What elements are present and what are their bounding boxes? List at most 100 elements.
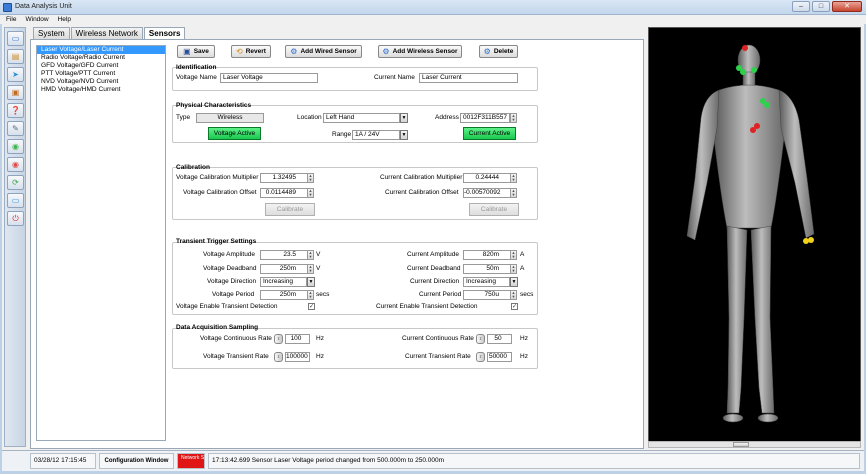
revert-button[interactable]: ⟲ Revert <box>231 45 271 58</box>
menu-window[interactable]: Window <box>25 15 48 24</box>
address-input[interactable]: 0012F311B557 <box>460 113 510 123</box>
chart-icon[interactable]: ▤ <box>7 49 24 64</box>
current-transient-rate-input[interactable]: 50000 <box>487 352 512 362</box>
menu-file[interactable]: File <box>6 15 16 24</box>
add-wireless-label: Add Wireless Sensor <box>392 48 458 55</box>
window-controls: – □ ✕ <box>790 1 862 12</box>
delete-button[interactable]: ⚙ Delete <box>479 45 518 58</box>
current-calibration-multiplier-input[interactable]: 0.24444 <box>463 173 511 183</box>
voltage-transient-rate-slider[interactable]: ⇕ <box>274 352 283 362</box>
voltage-active-indicator[interactable]: Voltage Active <box>208 127 261 140</box>
voltage-amplitude-input[interactable]: 23.5 <box>260 250 308 260</box>
export-icon[interactable]: ➤ <box>7 67 24 82</box>
app-icon <box>3 3 12 12</box>
location-dropdown-icon[interactable]: ▼ <box>400 113 408 123</box>
current-amplitude-unit: A <box>520 251 525 258</box>
voltage-direction-dropdown-icon[interactable]: ▼ <box>307 277 315 287</box>
list-item[interactable]: GFD Voltage/GFD Current <box>37 62 165 70</box>
current-deadband-input[interactable]: 50m <box>463 264 511 274</box>
current-continuous-rate-input[interactable]: 50 <box>487 334 512 344</box>
voltage-continuous-rate-unit: Hz <box>316 335 324 342</box>
voltage-period-spinner[interactable]: ▲ ▼ <box>307 290 314 300</box>
minimize-button[interactable]: – <box>792 1 810 12</box>
sensor-marker-hand[interactable] <box>803 238 809 244</box>
wrench-icon[interactable]: ✎ <box>7 121 24 136</box>
list-item[interactable]: Radio Voltage/Radio Current <box>37 54 165 62</box>
current-active-indicator[interactable]: Current Active <box>463 127 516 140</box>
list-item[interactable]: Laser Voltage/Laser Current <box>37 46 165 54</box>
address-spinner[interactable]: ▲ ▼ <box>510 113 517 123</box>
stop-icon[interactable]: ⏻ <box>7 211 24 226</box>
voltage-offset-spinner[interactable]: ▲ ▼ <box>307 188 314 198</box>
voltage-name-input[interactable]: Laser Voltage <box>220 73 318 83</box>
location-select[interactable]: Left Hand <box>323 113 400 123</box>
current-calibration-multiplier-label: Current Calibration Multiplier <box>380 174 463 181</box>
current-calibrate-button[interactable]: Calibrate <box>469 203 519 216</box>
current-direction-dropdown-icon[interactable]: ▼ <box>510 277 518 287</box>
add-wired-sensor-button[interactable]: ⚙ Add Wired Sensor <box>285 45 362 58</box>
voltage-enable-transient-checkbox[interactable]: ✓ <box>308 303 315 310</box>
voltage-deadband-spinner[interactable]: ▲ ▼ <box>307 264 314 274</box>
body-model-viewer[interactable] <box>648 27 861 442</box>
window-icon[interactable]: ▭ <box>7 31 24 46</box>
scrollbar-thumb[interactable] <box>733 442 749 447</box>
sensor-marker-head[interactable] <box>751 67 757 73</box>
current-amplitude-input[interactable]: 820m <box>463 250 511 260</box>
voltage-amplitude-spinner[interactable]: ▲ ▼ <box>307 250 314 260</box>
voltage-deadband-label: Voltage Deadband <box>203 265 257 272</box>
current-amplitude-spinner[interactable]: ▲ ▼ <box>510 250 517 260</box>
voltage-continuous-rate-slider[interactable]: ⇕ <box>274 334 283 344</box>
sensor-marker-chest[interactable] <box>754 123 760 129</box>
range-select[interactable]: 1A / 24V <box>352 130 400 140</box>
sensor-list[interactable]: Laser Voltage/Laser Current Radio Voltag… <box>36 45 166 441</box>
power-off-icon[interactable]: ◉ <box>7 157 24 172</box>
list-item[interactable]: NVD Voltage/NVD Current <box>37 78 165 86</box>
save-button[interactable]: ▣ Save <box>177 45 215 58</box>
sensor-marker-shoulder[interactable] <box>764 102 770 108</box>
current-enable-transient-checkbox[interactable]: ✓ <box>511 303 518 310</box>
range-dropdown-icon[interactable]: ▼ <box>400 130 408 140</box>
gallery-icon[interactable]: ▣ <box>7 85 24 100</box>
current-name-input[interactable]: Laser Current <box>419 73 518 83</box>
save-label: Save <box>193 48 209 55</box>
current-direction-select[interactable]: Increasing <box>463 277 510 287</box>
add-wireless-icon: ⚙ <box>382 46 390 56</box>
current-continuous-rate-slider[interactable]: ⇕ <box>476 334 485 344</box>
calibration-title: Calibration <box>176 164 210 171</box>
current-transient-rate-slider[interactable]: ⇕ <box>476 352 485 362</box>
network-status-indicator[interactable]: Network Status <box>177 453 205 469</box>
sensor-marker-head[interactable] <box>742 45 748 51</box>
current-multiplier-spinner[interactable]: ▲ ▼ <box>510 173 517 183</box>
sensor-marker-head[interactable] <box>740 69 746 75</box>
voltage-multiplier-spinner[interactable]: ▲ ▼ <box>307 173 314 183</box>
current-calibration-offset-input[interactable]: -0.00570092 <box>463 188 511 198</box>
list-item[interactable]: HMD Voltage/HMD Current <box>37 86 165 94</box>
voltage-deadband-input[interactable]: 250m <box>260 264 308 274</box>
close-button[interactable]: ✕ <box>832 1 862 12</box>
add-wireless-sensor-button[interactable]: ⚙ Add Wireless Sensor <box>378 45 462 58</box>
tab-wireless-network[interactable]: Wireless Network <box>70 27 143 39</box>
refresh-icon[interactable]: ⟳ <box>7 175 24 190</box>
voltage-calibration-multiplier-input[interactable]: 1.32495 <box>260 173 308 183</box>
current-period-input[interactable]: 750u <box>463 290 511 300</box>
voltage-transient-rate-input[interactable]: 100000 <box>285 352 310 362</box>
power-on-icon[interactable]: ◉ <box>7 139 24 154</box>
voltage-period-input[interactable]: 250m <box>260 290 308 300</box>
voltage-transient-rate-unit: Hz <box>316 353 324 360</box>
voltage-direction-select[interactable]: Increasing <box>260 277 307 287</box>
current-deadband-spinner[interactable]: ▲ ▼ <box>510 264 517 274</box>
voltage-calibrate-button[interactable]: Calibrate <box>265 203 315 216</box>
voltage-continuous-rate-input[interactable]: 100 <box>285 334 310 344</box>
sensor-marker-hand[interactable] <box>808 237 814 243</box>
voltage-period-label: Voltage Period <box>212 291 255 298</box>
tab-system[interactable]: System <box>33 27 70 39</box>
viewer-horizontal-scrollbar[interactable] <box>648 441 861 448</box>
menu-help[interactable]: Help <box>58 15 71 24</box>
current-period-spinner[interactable]: ▲ ▼ <box>510 290 517 300</box>
list-item[interactable]: PTT Voltage/PTT Current <box>37 70 165 78</box>
current-offset-spinner[interactable]: ▲ ▼ <box>510 188 517 198</box>
help-icon[interactable]: ❓ <box>7 103 24 118</box>
monitor-icon[interactable]: ▭ <box>7 193 24 208</box>
maximize-button[interactable]: □ <box>812 1 830 12</box>
voltage-calibration-offset-input[interactable]: 0.0114489 <box>260 188 308 198</box>
